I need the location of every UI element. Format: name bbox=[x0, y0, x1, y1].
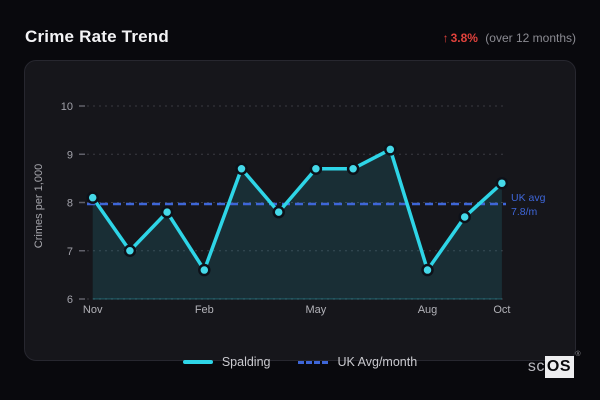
line-chart: 6 7 8 9 10 Nov Feb May Aug Oct UK avg 7.8/m Crimes p… bbox=[33, 101, 546, 316]
data-point-Mar bbox=[235, 162, 248, 175]
x-tick-label-Aug: Aug bbox=[418, 304, 438, 316]
uk-avg-dash-swatch bbox=[298, 360, 329, 364]
trend-value: 3.8% bbox=[450, 31, 478, 45]
legend-label-uk-avg: UK Avg/month bbox=[337, 355, 418, 369]
y-tick-label: 8 bbox=[67, 198, 73, 210]
data-point-Jul bbox=[384, 143, 397, 156]
data-point-May bbox=[309, 162, 323, 175]
y-tick-label: 6 bbox=[67, 294, 73, 306]
y-tick-label: 9 bbox=[67, 149, 73, 161]
trend-context: (over 12 months) bbox=[485, 31, 576, 45]
legend-item-spalding[interactable]: Spalding bbox=[182, 355, 271, 369]
y-tick-label: 7 bbox=[67, 246, 73, 258]
up-arrow-icon: ↑ bbox=[442, 31, 449, 45]
scos-logo: sc OS ® bbox=[527, 351, 581, 378]
data-point-Apr bbox=[272, 205, 285, 219]
y-tick-label: 10 bbox=[61, 101, 73, 113]
chart-legend: Spalding UK Avg/month bbox=[0, 350, 600, 374]
x-tick-label-Nov: Nov bbox=[83, 304, 103, 316]
logo-text-os: OS ® bbox=[544, 351, 581, 378]
data-point-Oct bbox=[495, 176, 509, 190]
legend-item-uk-avg[interactable]: UK Avg/month bbox=[298, 355, 417, 369]
data-point-Feb bbox=[198, 263, 211, 277]
x-tick-label-Oct: Oct bbox=[493, 304, 510, 316]
page-title: Crime Rate Trend bbox=[25, 27, 169, 46]
trend-indicator: ↑ 3.8% (over 12 months) bbox=[443, 31, 576, 45]
data-point-Nov bbox=[86, 191, 99, 204]
registered-mark-icon: ® bbox=[575, 351, 581, 358]
uk-avg-annotation-line2: 7.8/m bbox=[511, 206, 538, 218]
chart-card: 6 7 8 9 10 Nov Feb May Aug Oct UK avg 7.8/m Crimes p… bbox=[24, 60, 576, 361]
spalding-line-swatch bbox=[182, 360, 213, 364]
legend-label-spalding: Spalding bbox=[221, 355, 271, 369]
x-tick-label-May: May bbox=[306, 304, 327, 316]
data-point-Jun bbox=[346, 162, 360, 175]
uk-avg-annotation-line1: UK avg bbox=[511, 192, 546, 204]
data-point-Aug bbox=[421, 263, 434, 277]
y-axis-title: Crimes per 1,000 bbox=[33, 164, 45, 248]
data-point-Dec bbox=[123, 244, 137, 257]
data-point-Sep bbox=[458, 210, 471, 224]
logo-text-sc: sc bbox=[527, 358, 545, 375]
x-tick-label-Feb: Feb bbox=[195, 304, 214, 316]
data-point-Jan bbox=[160, 205, 174, 219]
